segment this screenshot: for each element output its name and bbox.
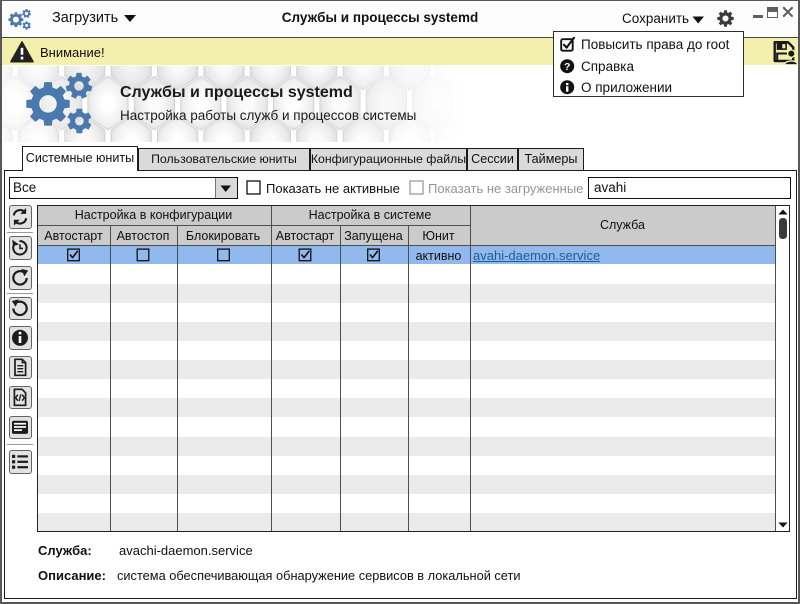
svg-text:?: ? (564, 61, 570, 73)
